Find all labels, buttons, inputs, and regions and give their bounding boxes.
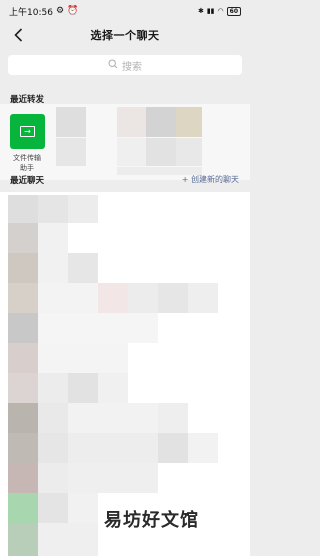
blurred-text — [38, 493, 68, 523]
blurred-text — [38, 195, 68, 223]
blurred-text — [68, 195, 98, 223]
blurred-avatar[interactable] — [56, 107, 86, 137]
nav-bar: 选择一个聊天 — [0, 22, 250, 48]
status-left: 上午10:56 ⚙ ⏰ — [9, 5, 78, 18]
alarm-icon: ⏰ — [67, 6, 79, 16]
status-bar: 上午10:56 ⚙ ⏰ ✱ ▮▮ ◠ 60 — [0, 0, 250, 22]
page-title: 选择一个聊天 — [90, 29, 160, 42]
blurred-text — [68, 373, 98, 403]
blurred-text — [158, 283, 188, 313]
blurred-text — [188, 433, 218, 463]
blurred-avatar[interactable] — [8, 493, 38, 523]
blurred-text — [38, 253, 68, 283]
file-transfer-icon[interactable]: → — [10, 114, 45, 149]
blurred-text — [38, 343, 128, 373]
blurred-text — [68, 403, 158, 433]
blurred-avatar[interactable] — [8, 313, 38, 343]
blurred-avatar[interactable] — [8, 463, 38, 493]
blurred-text — [38, 523, 98, 556]
blurred-avatar[interactable] — [8, 523, 38, 556]
blurred-avatar[interactable] — [8, 373, 38, 403]
watermark-text: 易坊好文馆 — [104, 510, 199, 531]
blurred-text — [38, 463, 68, 493]
blurred-text — [38, 313, 158, 343]
blurred-avatar[interactable] — [56, 138, 86, 166]
blurred-text — [8, 223, 68, 253]
gear-icon: ⚙ — [55, 6, 65, 16]
blurred-text — [128, 283, 158, 313]
blurred-avatar[interactable] — [8, 433, 38, 463]
create-new-chat-link[interactable]: + 创建新的聊天 — [182, 174, 239, 185]
blurred-text — [38, 373, 68, 403]
signal-icon: ▮▮ — [206, 7, 215, 15]
blurred-avatar[interactable] — [176, 138, 202, 166]
blurred-avatar[interactable] — [146, 138, 176, 166]
blurred-avatar[interactable] — [8, 253, 38, 283]
blurred-text — [68, 493, 98, 523]
chevron-left-icon[interactable] — [8, 25, 28, 45]
status-time: 上午10:56 — [9, 7, 53, 18]
blurred-text — [68, 433, 158, 463]
blurred-text — [38, 283, 98, 313]
blurred-text — [158, 433, 188, 463]
blurred-text — [68, 253, 98, 283]
battery-indicator: 60 — [226, 6, 241, 16]
blurred-avatar[interactable] — [8, 343, 38, 373]
blurred-avatar[interactable] — [117, 107, 146, 137]
status-right: ✱ ▮▮ ◠ 60 — [197, 6, 241, 16]
blurred-avatar[interactable] — [117, 138, 146, 166]
blurred-text — [98, 373, 128, 403]
search-input[interactable]: 搜索 — [8, 55, 242, 75]
blurred-text — [158, 403, 188, 433]
blurred-text — [38, 403, 68, 433]
blurred-avatar[interactable] — [176, 107, 202, 137]
blurred-avatar[interactable] — [8, 403, 38, 433]
blurred-text — [8, 195, 38, 223]
blurred-avatar[interactable] — [146, 107, 176, 137]
blurred-text — [38, 433, 68, 463]
wifi-icon: ◠ — [217, 7, 224, 15]
search-placeholder: 搜索 — [122, 61, 142, 73]
blurred-text — [188, 283, 218, 313]
search-icon — [108, 58, 118, 72]
bluetooth-icon: ✱ — [197, 7, 204, 15]
blurred-text — [98, 283, 128, 313]
recent-chats-label: 最近聊天 — [10, 176, 45, 186]
blurred-avatar[interactable] — [8, 283, 38, 313]
arrow-right-icon: → — [20, 126, 35, 137]
blurred-text — [68, 463, 158, 493]
